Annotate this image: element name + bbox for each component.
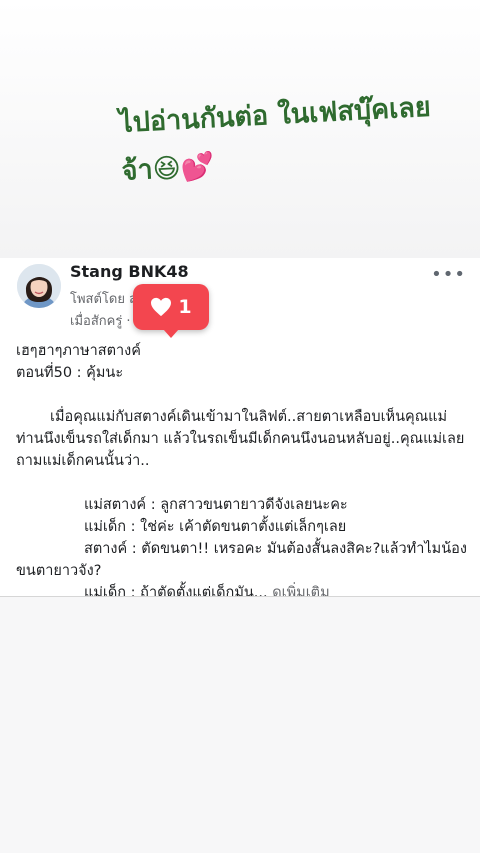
post-line-dialog-1: แม่สตางค์ : ลูกสาวขนตายาวดีจังเลยนะคะ — [84, 497, 348, 513]
avatar-image — [17, 264, 61, 308]
post-timestamp[interactable]: เมื่อสักครู่ · — [70, 310, 131, 331]
post-author-name[interactable]: Stang BNK48 — [70, 262, 189, 281]
more-options-icon[interactable]: ••• — [431, 264, 466, 285]
post-line-dialog-4: แม่เด็ก : ถ้าตัดตั้งแต่เด็กมัน... ดูเพิ่… — [16, 582, 468, 596]
post-line-dialog-3: สตางค์ : ตัดขนตา!! เหรอคะ มันต้องสั้นลงส… — [16, 541, 467, 579]
facebook-post-card: Stang BNK48 โพสต์โดย ส เมื่อสักครู่ · ••… — [0, 258, 480, 597]
post-line-story: เมื่อคุณแม่กับสตางค์เดินเข้ามาในลิฟต์..ส… — [16, 409, 465, 469]
like-count: 1 — [178, 296, 192, 318]
post-line-title: เฮๆฮาๆภาษาสตางค์ — [16, 343, 141, 359]
post-line-episode: ตอนที่50 : คุ้มนะ — [16, 365, 124, 381]
avatar[interactable] — [17, 264, 61, 308]
see-more-link[interactable]: ดูเพิ่มเติม — [272, 585, 329, 596]
story-background-bottom — [0, 597, 480, 853]
like-count-sticker: 1 — [133, 284, 209, 338]
post-body-text: เฮๆฮาๆภาษาสตางค์ ตอนที่50 : คุ้มนะ เมื่อ… — [16, 340, 468, 596]
post-posted-by: โพสต์โดย ส — [70, 292, 138, 307]
post-line-dialog-2: แม่เด็ก : ใช่ค่ะ เค้าตัดขนตาตั้งแต่เล็กๆ… — [84, 519, 347, 535]
heart-icon — [151, 297, 172, 317]
story-caption: ไปอ่านกันต่อ ในเฟสบุ๊คเลย จ้า😆💕 — [118, 82, 463, 196]
